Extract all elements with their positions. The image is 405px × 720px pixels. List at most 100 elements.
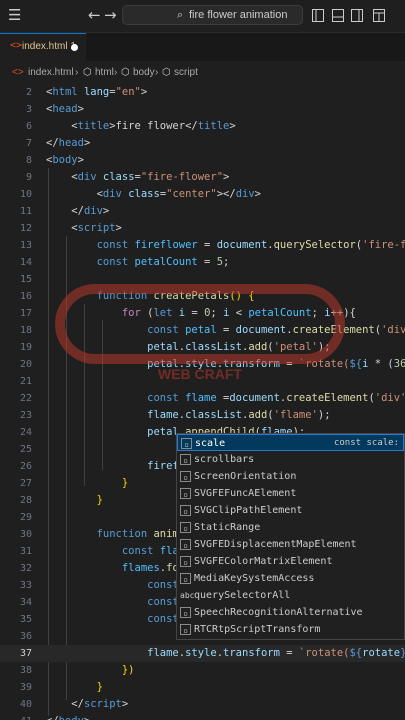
code-token: =: [279, 647, 299, 659]
code-line[interactable]: 22 const flame =document.createElement('…: [0, 390, 405, 407]
unsaved-dot-icon[interactable]: [71, 44, 78, 51]
code-text: }: [46, 475, 128, 492]
command-center-search[interactable]: ⌕ fire flower animation: [122, 5, 303, 25]
code-token: }: [46, 494, 103, 506]
suggestion-item[interactable]: ▫ MediaKeySystemAccess: [177, 570, 404, 587]
code-token: transform: [223, 358, 280, 370]
suggestion-item[interactable]: ▫ scale const scale:: [177, 434, 404, 451]
code-token: `rotate(: [298, 647, 350, 659]
code-text: <div class="fire-flower">: [46, 169, 229, 186]
code-token: document: [235, 324, 287, 336]
arrow-left-icon[interactable]: ←: [88, 6, 101, 24]
line-number: 29: [19, 512, 32, 523]
code-token: for: [46, 307, 148, 319]
menu-icon[interactable]: ☰: [8, 6, 21, 24]
text-symbol-icon: abc: [180, 591, 195, 600]
code-token: >: [84, 715, 90, 720]
breadcrumb-item[interactable]: body: [133, 67, 155, 78]
element-icon: ⬡: [83, 67, 92, 78]
code-line[interactable]: 2 <html lang="en">: [0, 84, 405, 101]
line-number: 6: [25, 121, 32, 132]
code-token: div: [77, 171, 97, 183]
line-number: 15: [19, 274, 32, 285]
code-text: </head>: [46, 135, 90, 152]
code-line[interactable]: 10 <div class="center"></div>: [0, 186, 405, 203]
code-token: >: [229, 120, 236, 132]
code-line[interactable]: 20 petal.style.transform = `rotate(${i *…: [0, 356, 405, 373]
code-line[interactable]: 7 </head>: [0, 135, 405, 152]
code-token: }): [46, 664, 135, 676]
suggestion-item[interactable]: abc querySelectorAll: [177, 587, 404, 604]
code-token: "en": [115, 86, 141, 98]
code-line[interactable]: 13 const fireflower = document.querySele…: [0, 237, 405, 254]
code-line[interactable]: 23 flame.classList.add('flame');: [0, 407, 405, 424]
line-number: 40: [19, 699, 32, 710]
variable-symbol-icon: ▫: [180, 505, 191, 516]
code-line[interactable]: 9 <div class="fire-flower">: [0, 169, 405, 186]
code-token: =: [185, 307, 205, 319]
code-text: <title>fire flower</title>: [46, 118, 236, 135]
suggestion-item[interactable]: ▫ scrollbars: [177, 451, 404, 468]
code-token: petalCount: [134, 256, 198, 268]
customize-layout-icon[interactable]: [373, 9, 385, 22]
code-line[interactable]: 38 }): [0, 662, 405, 679]
code-line[interactable]: 41 </body>: [0, 713, 405, 720]
code-line[interactable]: 16 function createPetals() {: [0, 288, 405, 305]
line-number: 23: [19, 410, 32, 421]
code-token: flames: [46, 562, 160, 574]
code-line[interactable]: 3 <head>: [0, 101, 405, 118]
suggestion-item[interactable]: ▫ SVGFEFuncAElement: [177, 485, 404, 502]
line-number: 22: [19, 393, 32, 404]
code-text: }): [46, 662, 135, 679]
code-line[interactable]: 17 for (let i = 0; i < petalCount; i++){: [0, 305, 405, 322]
breadcrumb-item[interactable]: script: [174, 67, 198, 78]
suggestion-item[interactable]: ▫ SpeechRecognitionAlternative: [177, 604, 404, 621]
code-line[interactable]: 11 </div>: [0, 203, 405, 220]
code-line[interactable]: 6 <title>fire flower</title>: [0, 118, 405, 135]
code-token: const: [46, 545, 160, 557]
arrow-right-icon[interactable]: →: [104, 6, 117, 24]
code-line[interactable]: 39 }: [0, 679, 405, 696]
code-line[interactable]: 18 const petal = document.createElement(…: [0, 322, 405, 339]
code-line[interactable]: 40 </script>: [0, 696, 405, 713]
code-token: >: [254, 188, 261, 200]
code-line[interactable]: 14 const petalCount = 5;: [0, 254, 405, 271]
layout-panel-icon[interactable]: [332, 9, 344, 22]
suggestion-label: MediaKeySystemAccess: [194, 573, 315, 584]
suggestion-item[interactable]: ▫ SVGFEColorMatrixElement: [177, 553, 404, 570]
code-token: const: [46, 613, 186, 625]
code-line[interactable]: 15: [0, 271, 405, 288]
line-number: 14: [19, 257, 32, 268]
code-token: const: [46, 392, 186, 404]
suggestion-item[interactable]: ▫ SVGFEDisplacementMapElement: [177, 536, 404, 553]
code-token: const: [46, 256, 135, 268]
title-bar: ☰ ← → ⌕ fire flower animation: [0, 0, 405, 33]
code-text: </div>: [46, 203, 109, 220]
code-line[interactable]: 8 <body>: [0, 152, 405, 169]
suggestion-item[interactable]: ▫ ScreenOrientation: [177, 468, 404, 485]
line-number: 12: [19, 223, 32, 234]
code-text: const petal = document.createElement('di…: [46, 322, 405, 339]
variable-symbol-icon: ▫: [180, 522, 191, 533]
layout-sidebar-right-icon[interactable]: [351, 9, 363, 22]
search-text: fire flower animation: [189, 9, 288, 21]
line-number: 17: [19, 308, 32, 319]
variable-symbol-icon: ▫: [180, 607, 191, 618]
code-line[interactable]: 21: [0, 373, 405, 390]
code-line[interactable]: 12 <script>: [0, 220, 405, 237]
breadcrumb-item[interactable]: index.html: [28, 67, 74, 78]
breadcrumb-item[interactable]: html: [95, 67, 114, 78]
code-token: flame: [185, 392, 217, 404]
code-token: ;: [210, 307, 224, 319]
code-token: <: [229, 307, 249, 319]
code-line[interactable]: 37 flame.style.transform = `rotate(${rot…: [0, 645, 405, 662]
code-token: add: [248, 409, 268, 421]
code-text: <script>: [46, 220, 122, 237]
layout-sidebar-left-icon[interactable]: [312, 9, 324, 22]
suggestion-item[interactable]: ▫ StaticRange: [177, 519, 404, 536]
suggestion-widget[interactable]: ▫ scale const scale: ▫ scrollbars ▫ ScreenOrie…: [176, 433, 405, 640]
suggestion-item[interactable]: ▫ RTCRtpScriptTransform: [177, 621, 404, 638]
code-line[interactable]: 19 petal.classList.add('petal');: [0, 339, 405, 356]
tab-index-html[interactable]: <> index.html 1: [0, 33, 86, 61]
suggestion-item[interactable]: ▫ SVGClipPathElement: [177, 502, 404, 519]
